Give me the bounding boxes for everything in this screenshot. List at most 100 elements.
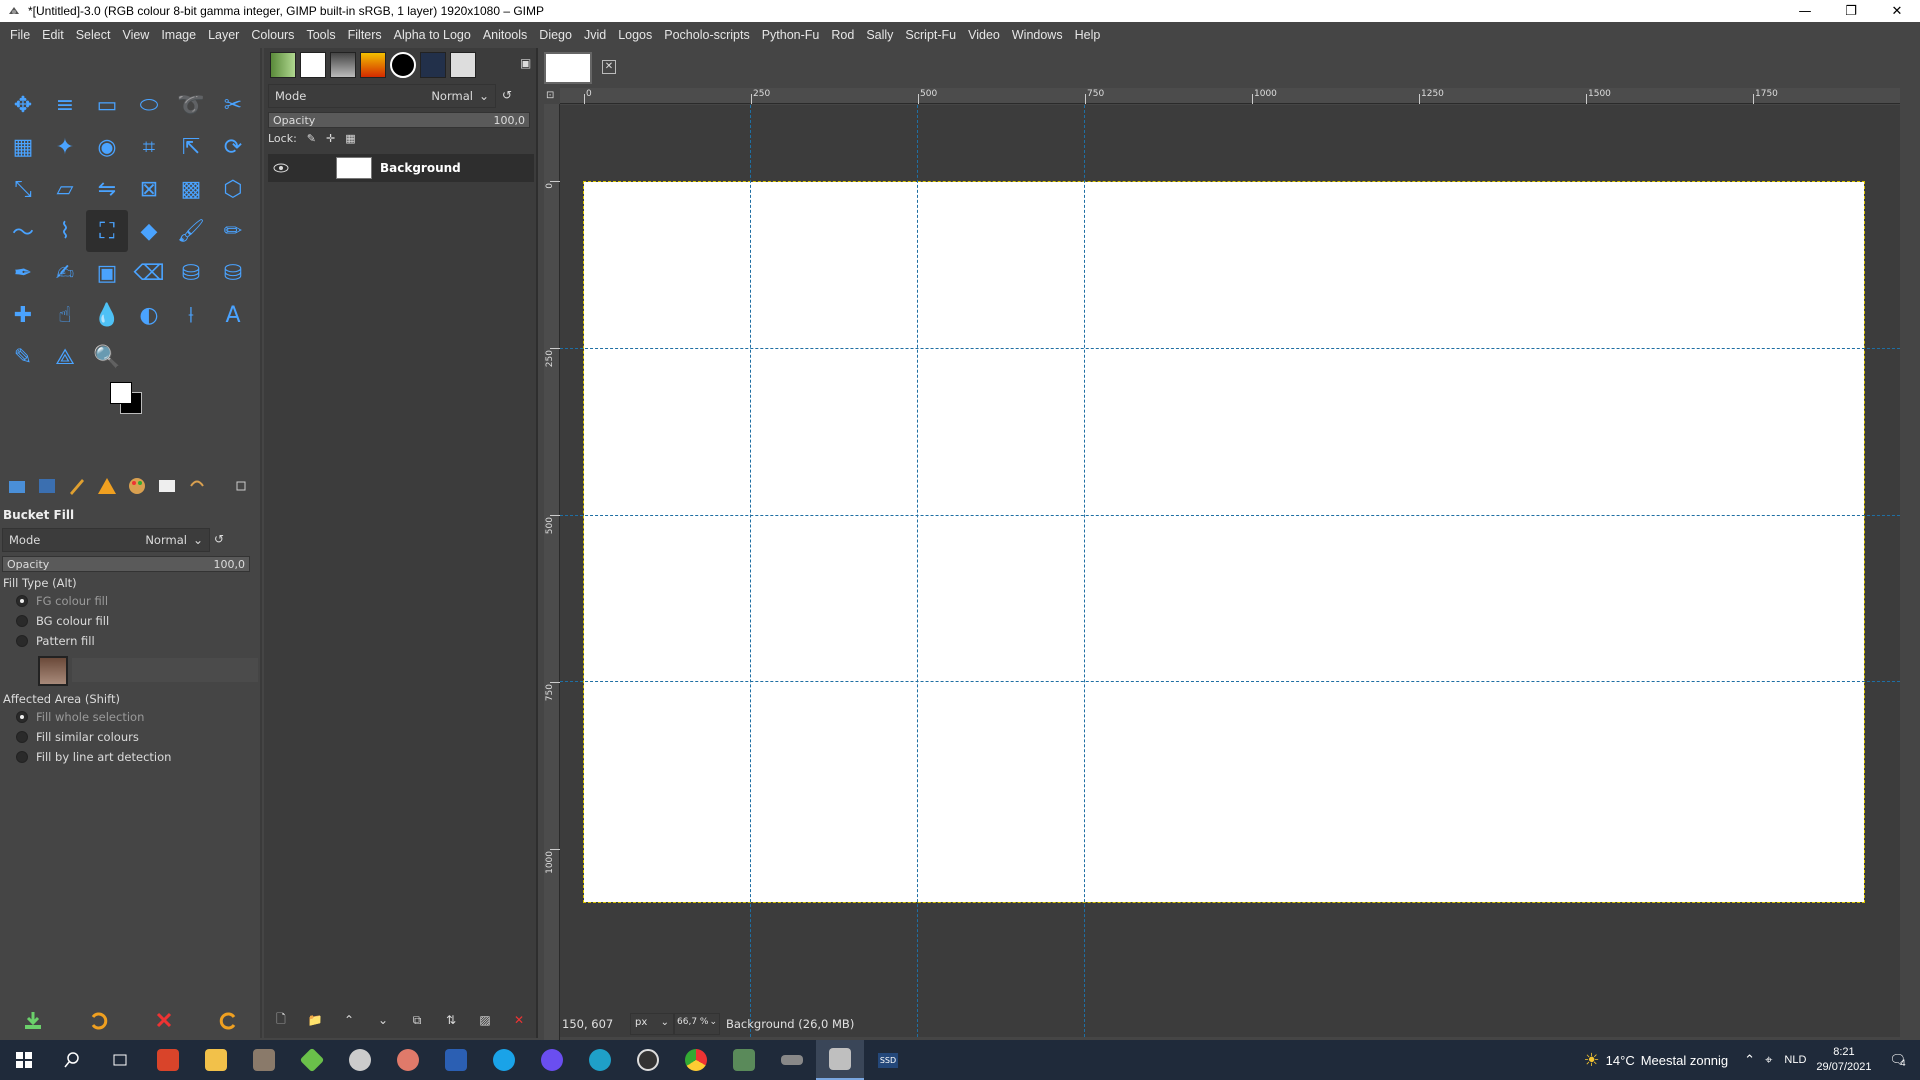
pattern-preset-icon[interactable] [330,52,356,78]
chrome-icon[interactable] [672,1040,720,1080]
menu-python-fu[interactable]: Python-Fu [756,28,826,42]
tool-gradient-icon[interactable]: ◆ [128,210,170,252]
tool-bucket-fill-icon[interactable]: ⛶ [86,210,128,252]
menu-video[interactable]: Video [962,28,1006,42]
menu-image[interactable]: Image [155,28,202,42]
lock-alpha-icon[interactable]: ▦ [345,132,355,145]
delete-layer-icon[interactable]: ✕ [506,1007,532,1033]
fill-type-bg[interactable]: BG colour fill [16,614,109,628]
file-explorer-icon[interactable] [192,1040,240,1080]
tool-crop-icon[interactable]: ⌗ [128,126,170,168]
quick-mask-icon[interactable]: ⊡ [546,90,554,101]
layer-opacity-slider[interactable]: Opacity 100,0 [268,112,530,128]
tool-free-select-icon[interactable]: ➰ [170,84,212,126]
layer-mode-select[interactable]: Mode Normal ⌄ [268,84,496,108]
canvas-area[interactable] [560,105,1900,1037]
tool-shear-icon[interactable]: ▱ [44,168,86,210]
tool-3d-transform-icon[interactable]: ▩ [170,168,212,210]
images-tab-icon[interactable] [152,473,182,499]
new-layer-icon[interactable]: 🗋 [268,1007,294,1033]
tool-text-icon[interactable]: A [212,294,254,336]
tool-cage-icon[interactable]: ⬡ [212,168,254,210]
menu-anitools[interactable]: Anitools [477,28,533,42]
lock-position-icon[interactable]: ✛ [326,132,335,145]
app-icon[interactable] [144,1040,192,1080]
tool-perspective-clone-icon[interactable]: ⛁ [212,252,254,294]
app-icon[interactable] [336,1040,384,1080]
warning-tab-icon[interactable] [92,473,122,499]
tool-measure-icon[interactable]: ⟊ [170,294,212,336]
brushes-tab-icon[interactable] [62,473,92,499]
tool-blur-icon[interactable]: 💧 [86,294,128,336]
tool-align-icon[interactable]: ≡ [44,84,86,126]
tool-airbrush-icon[interactable]: ✒ [2,252,44,294]
dock-menu-icon[interactable]: ▣ [520,56,531,70]
search-icon[interactable] [48,1040,96,1080]
restore-options-icon[interactable] [85,1007,111,1033]
tool-paintbrush-icon[interactable]: 🖌 [170,210,212,252]
palette-preset-icon[interactable] [360,52,386,78]
affected-area-whole[interactable]: Fill whole selection [16,710,144,724]
tool-ellipse-select-icon[interactable]: ⬭ [128,84,170,126]
guide-vertical[interactable] [1084,105,1085,1037]
radio-button[interactable] [16,711,28,723]
skype-icon[interactable] [480,1040,528,1080]
image-canvas[interactable] [583,181,1865,903]
gradient-preset-icon[interactable] [270,52,296,78]
tool-dodge-burn-icon[interactable]: ◐ [128,294,170,336]
tool-rotate-icon[interactable]: ⟳ [212,126,254,168]
vertical-ruler[interactable]: 0 250 500 750 1000 [544,104,560,1044]
tool-unified-transform-icon[interactable]: ⇱ [170,126,212,168]
edge-icon[interactable] [576,1040,624,1080]
brush-circle-icon[interactable] [390,52,416,78]
tool-heal-icon[interactable]: ✚ [2,294,44,336]
dock-menu-icon[interactable] [226,473,256,499]
windows-start-icon[interactable] [0,1040,48,1080]
guide-vertical[interactable] [917,105,918,1037]
menu-windows[interactable]: Windows [1006,28,1069,42]
ssd-app-icon[interactable]: SSD [864,1040,912,1080]
menu-sally[interactable]: Sally [860,28,899,42]
fill-type-pattern[interactable]: Pattern fill [16,634,95,648]
language-indicator[interactable]: NLD [1784,1054,1806,1066]
minimize-button[interactable]: — [1782,0,1828,22]
zoom-select[interactable]: 66,7 % ⌄ [674,1013,720,1035]
save-options-icon[interactable] [20,1007,46,1033]
tool-by-colour-select-icon[interactable]: ◉ [86,126,128,168]
menu-filters[interactable]: Filters [342,28,388,42]
menu-logos[interactable]: Logos [612,28,658,42]
radio-button[interactable] [16,595,28,607]
reset-layer-mode-icon[interactable]: ↺ [502,88,512,102]
menu-alpha-to-logo[interactable]: Alpha to Logo [388,28,477,42]
obs-icon[interactable] [624,1040,672,1080]
reset-options-icon[interactable] [216,1007,242,1033]
tool-move-icon[interactable]: ✥ [2,84,44,126]
tool-options-tab-icon[interactable] [2,473,32,499]
gimp-taskbar-icon[interactable] [816,1040,864,1080]
tool-clone-icon[interactable]: ⛁ [170,252,212,294]
reset-mode-icon[interactable]: ↺ [214,532,224,546]
menu-pocholo-scripts[interactable]: Pocholo-scripts [658,28,755,42]
chevron-up-icon[interactable]: ⌃ [1744,1052,1755,1068]
tool-fuzzy-select-icon[interactable]: ✦ [44,126,86,168]
menu-layer[interactable]: Layer [202,28,245,42]
radio-button[interactable] [16,615,28,627]
guide-horizontal[interactable] [560,515,1900,516]
tool-foreground-select-icon[interactable]: ▦ [2,126,44,168]
menu-colours[interactable]: Colours [245,28,300,42]
tool-handle-transform-icon[interactable]: ⟁ [44,336,86,378]
radio-button[interactable] [16,635,28,647]
unit-select[interactable]: px ⌄ [630,1013,674,1035]
palette-tab-icon[interactable] [122,473,152,499]
tool-eraser-icon[interactable]: ⌫ [128,252,170,294]
guide-horizontal[interactable] [560,348,1900,349]
foreground-colour-swatch[interactable] [110,382,132,404]
tool-pencil-icon[interactable]: ✏ [212,210,254,252]
pattern-preview[interactable] [38,656,68,686]
task-view-icon[interactable] [96,1040,144,1080]
tool-zoom-icon[interactable]: 🔍 [86,336,128,378]
messenger-icon[interactable] [528,1040,576,1080]
menu-script-fu[interactable]: Script-Fu [899,28,962,42]
new-layer-group-icon[interactable]: 📁 [302,1007,328,1033]
duplicate-layer-icon[interactable]: ⧉ [404,1007,430,1033]
